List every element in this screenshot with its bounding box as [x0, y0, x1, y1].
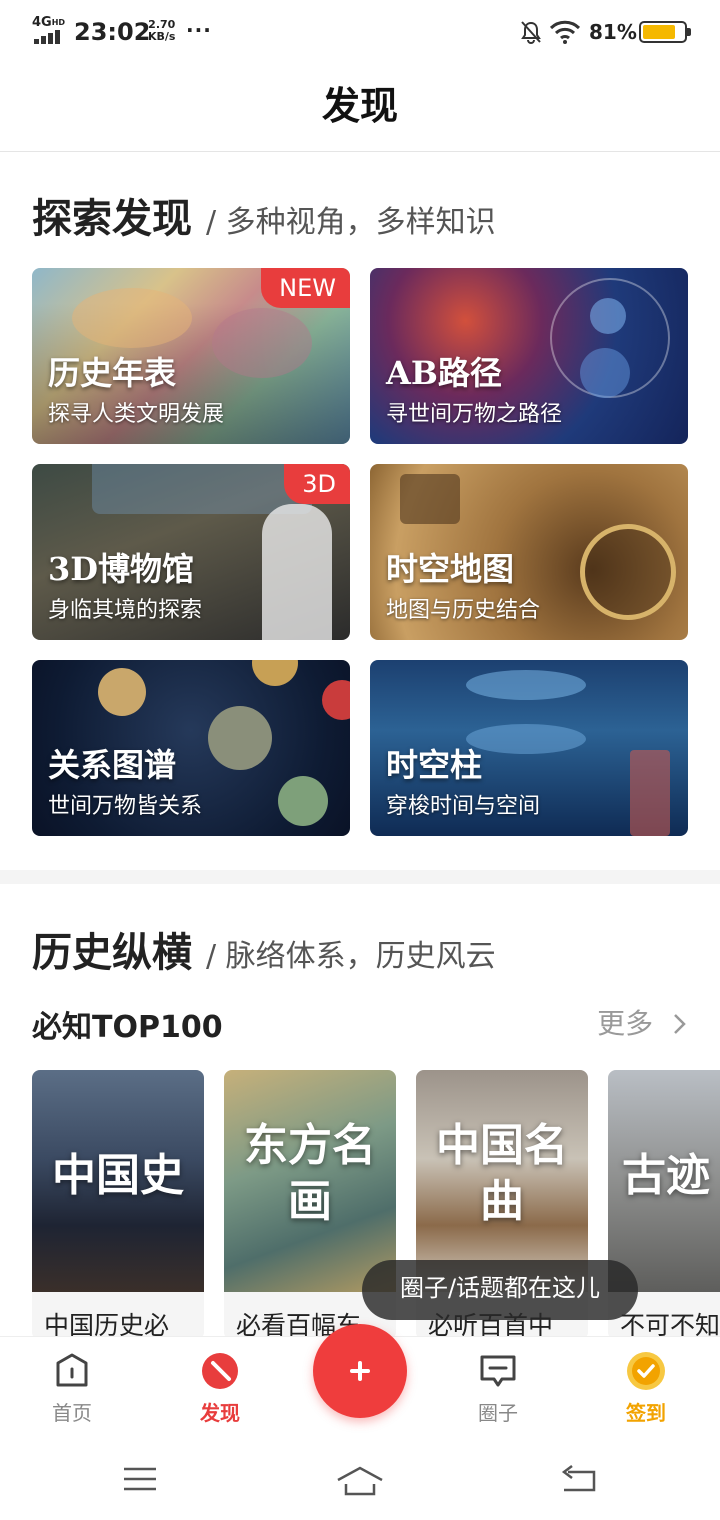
- card-desc: 身临其境的探索: [48, 598, 203, 623]
- network-type: 4GHD: [32, 15, 66, 30]
- tab-label: 发现: [200, 1401, 240, 1425]
- checkin-icon: [627, 1352, 665, 1390]
- network-speed: 2.70 KB/s: [148, 18, 176, 43]
- top100-row: 必知TOP100 更多: [32, 1002, 688, 1045]
- cover-text: 古迹: [622, 1150, 710, 1201]
- more-link[interactable]: 更多: [597, 1002, 688, 1042]
- card-3d-museum[interactable]: 3D 3D博物馆 身临其境的探索: [32, 464, 350, 640]
- card-title: 时空地图: [386, 550, 515, 588]
- card-caption: 不可不知: [620, 1311, 720, 1340]
- history-title: 历史纵横: [32, 930, 192, 976]
- card-spacetime-map[interactable]: 时空地图 地图与历史结合: [370, 464, 688, 640]
- tab-checkin[interactable]: 签到: [596, 1351, 696, 1426]
- battery-icon: [639, 21, 691, 43]
- section-divider: [0, 870, 720, 884]
- history-subtitle: / 脉络体系，历史风云: [206, 939, 496, 974]
- back-icon[interactable]: [560, 1464, 598, 1494]
- cover-text: 中国史: [52, 1150, 184, 1201]
- card-title: 历史年表: [48, 354, 177, 392]
- toast-message: 圈子/话题都在这儿: [362, 1260, 638, 1320]
- card-title: 关系图谱: [48, 746, 177, 784]
- card-title: 3D博物馆: [48, 550, 195, 588]
- page-header: 发现: [0, 64, 720, 152]
- explore-section-title: 探索发现 / 多种视角，多样知识: [32, 186, 496, 244]
- card-desc: 地图与历史结合: [386, 598, 541, 623]
- bell-off-icon: [521, 21, 541, 44]
- page-title: 发现: [321, 84, 398, 128]
- card-desc: 探寻人类文明发展: [48, 402, 225, 427]
- card-spacetime-pillar[interactable]: 时空柱 穿梭时间与空间: [370, 660, 688, 836]
- top100-label: 必知TOP100: [32, 1010, 223, 1045]
- home-outline-icon[interactable]: [336, 1464, 384, 1498]
- create-post-button[interactable]: [313, 1324, 407, 1418]
- tab-circle[interactable]: 圈子: [448, 1351, 548, 1426]
- card-ab-path[interactable]: AB路径 寻世间万物之路径: [370, 268, 688, 444]
- clock: 23:02: [74, 18, 151, 46]
- card-desc: 寻世间万物之路径: [386, 402, 563, 427]
- card-history-timeline[interactable]: NEW 历史年表 探寻人类文明发展: [32, 268, 350, 444]
- card-desc: 穿梭时间与空间: [386, 794, 541, 819]
- chevron-right-icon: [674, 1014, 686, 1034]
- card-desc: 世间万物皆关系: [48, 794, 203, 819]
- tab-label: 签到: [626, 1401, 666, 1425]
- tab-label: 圈子: [478, 1401, 518, 1425]
- wifi-icon: [549, 20, 581, 44]
- cover-text: 中国名曲: [436, 1120, 568, 1227]
- card-relation-graph[interactable]: 关系图谱 世间万物皆关系: [32, 660, 350, 836]
- message-icon: [480, 1355, 516, 1387]
- explore-subtitle: / 多种视角，多样知识: [206, 205, 496, 240]
- home-icon: [56, 1353, 88, 1387]
- tab-home[interactable]: 首页: [22, 1351, 122, 1426]
- card-title: 时空柱: [386, 746, 483, 784]
- compass-icon: [202, 1353, 238, 1389]
- card-caption: 中国历史必: [44, 1311, 170, 1340]
- menu-icon[interactable]: [122, 1464, 158, 1494]
- tab-label: 首页: [52, 1401, 92, 1425]
- explore-title: 探索发现: [32, 196, 192, 242]
- system-navigation-bar: [0, 1440, 720, 1520]
- 3d-badge: 3D: [284, 464, 350, 504]
- status-bar: 4GHD 23:02 2.70 KB/s ··· 81%: [0, 0, 720, 64]
- tab-discover[interactable]: 发现: [170, 1351, 270, 1426]
- battery-percent: 81%: [589, 20, 637, 44]
- new-badge: NEW: [261, 268, 350, 308]
- card-title: AB路径: [386, 354, 502, 392]
- cover-text: 东方名画: [244, 1120, 376, 1227]
- top100-card[interactable]: 中国史 中国历史必: [32, 1070, 204, 1340]
- overflow-icon: ···: [186, 18, 212, 42]
- history-section-title: 历史纵横 / 脉络体系，历史风云: [32, 920, 496, 978]
- signal-icon: [34, 30, 64, 44]
